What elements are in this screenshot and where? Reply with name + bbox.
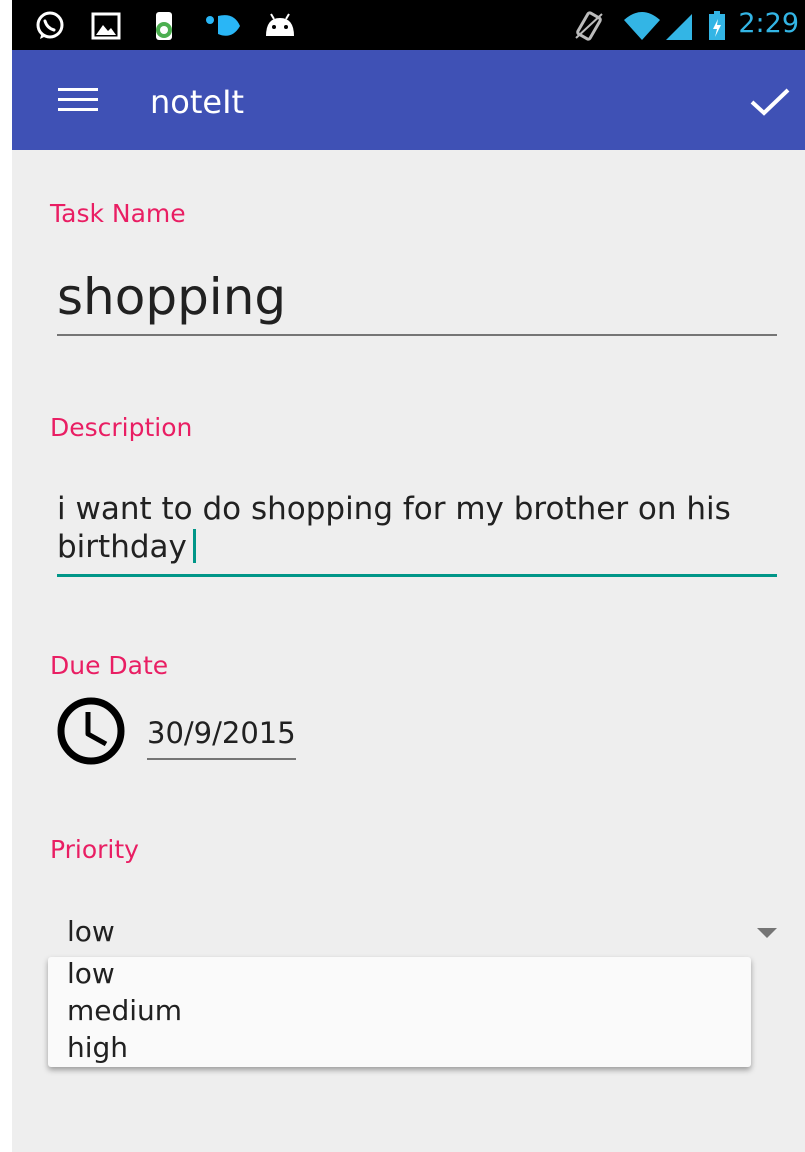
task-name-input[interactable]: shopping [57,262,777,336]
description-value: i want to do shopping for my brother on … [57,490,777,566]
priority-option-low[interactable]: low [67,957,115,991]
wifi-icon [624,12,660,40]
description-text: i want to do shopping for my brother on … [57,491,731,565]
due-date-value: 30/9/2015 [147,716,296,750]
due-date-field[interactable]: 30/9/2015 [147,712,296,760]
priority-spinner[interactable]: low [57,908,783,954]
app-icon [156,12,172,40]
due-date-label: Due Date [50,651,169,680]
task-name-value: shopping [57,268,287,326]
check-icon[interactable] [746,82,794,122]
priority-option-medium[interactable]: medium [67,994,182,1028]
status-bar: 2:29 [12,0,805,50]
signal-icon [666,14,692,40]
android-icon [266,13,294,36]
menu-icon[interactable] [58,86,98,116]
priority-label: Priority [50,835,139,864]
description-input[interactable]: i want to do shopping for my brother on … [57,490,777,577]
battery-charging-icon [709,11,725,40]
priority-dropdown-list: low medium high [48,957,751,1067]
dropdown-arrow-icon[interactable] [757,928,777,938]
clock-icon[interactable] [52,696,130,766]
text-cursor [192,529,196,563]
whatsapp-icon [36,11,64,39]
priority-option-high[interactable]: high [67,1031,128,1065]
gallery-icon [91,12,121,40]
status-time: 2:29 [738,8,799,39]
vibrate-icon [575,11,603,41]
app-title: noteIt [150,83,245,121]
priority-selected-value: low [67,915,115,948]
bird-icon [206,15,240,36]
description-label: Description [50,413,193,442]
left-edge-strip [0,0,12,1152]
app-bar [12,50,805,150]
task-name-label: Task Name [50,199,186,228]
